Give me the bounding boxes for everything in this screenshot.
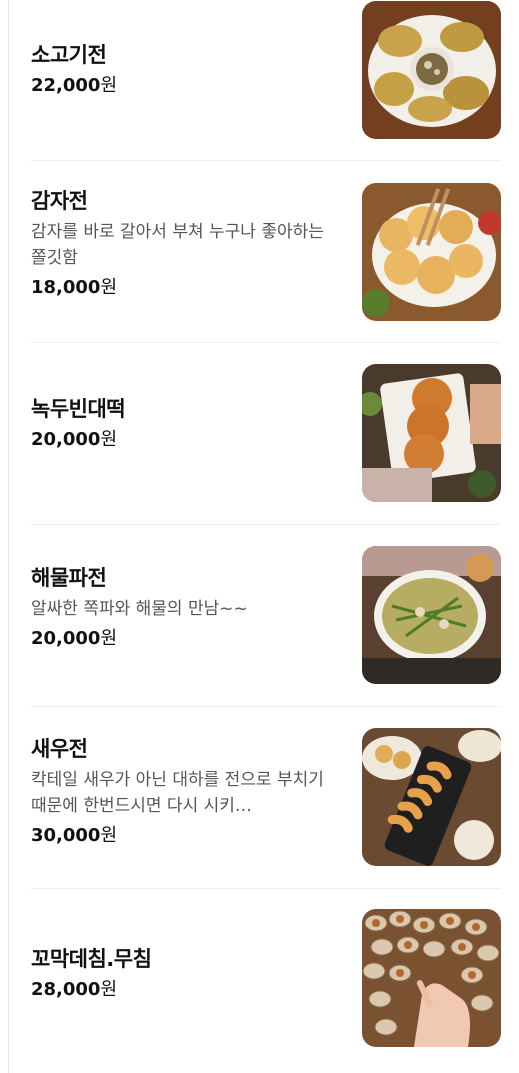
price-value: 28,000: [31, 979, 101, 1000]
mungbean-pancake-photo: [362, 364, 501, 502]
menu-item-photo[interactable]: [362, 1, 501, 139]
price-currency: 원: [100, 627, 118, 649]
menu-item-shrimp-jeon[interactable]: 새우전 칵테일 새우가 아닌 대하를 전으로 부치기 때문에 한번드시면 다시 …: [31, 707, 501, 889]
menu-item-name: 소고기전: [31, 43, 107, 67]
menu-item-description: 알싸한 쪽파와 해물의 만남~~: [31, 598, 248, 619]
menu-item-name: 해물파전: [31, 565, 107, 590]
menu-item-text: 꼬막데침.무침 28,000원: [31, 883, 336, 1065]
price-currency: 원: [100, 824, 118, 846]
price-currency: 원: [100, 75, 118, 96]
menu-item-name: 새우전: [31, 736, 88, 761]
price-currency: 원: [100, 428, 118, 450]
menu-item-text: 해물파전 알싸한 쪽파와 해물의 만남~~ 20,000원: [31, 517, 336, 698]
seafood-pancake-photo: [362, 546, 501, 684]
price-currency: 원: [100, 276, 118, 298]
menu-item-description: 감자를 바로 갈아서 부쳐 누구나 좋아하는 쫄깃함: [31, 221, 324, 268]
shrimp-jeon-photo: [362, 728, 501, 866]
menu-item-price: 30,000원: [31, 823, 336, 849]
menu-item-name: 감자전: [31, 188, 88, 213]
beef-jeon-photo: [362, 1, 501, 139]
menu-item-text: 새우전 칵테일 새우가 아닌 대하를 전으로 부치기 때문에 한번드시면 다시 …: [31, 701, 336, 882]
menu-item-text: 녹두빈대떡 20,000원: [31, 333, 336, 514]
menu-item-mungbean-pancake[interactable]: 녹두빈대떡 20,000원: [31, 343, 501, 525]
menu-item-price: 22,000원: [31, 73, 336, 99]
menu-item-description: 칵테일 새우가 아닌 대하를 전으로 부치기 때문에 한번드시면 다시 시키…: [31, 769, 324, 816]
price-value: 20,000: [31, 627, 101, 649]
menu-item-name: 꼬막데침.무침: [31, 947, 152, 971]
price-value: 18,000: [31, 276, 101, 298]
menu-item-potato-pancake[interactable]: 감자전 감자를 바로 갈아서 부쳐 누구나 좋아하는 쫄깃함 18,000원: [31, 161, 501, 343]
menu-item-price: 20,000원: [31, 626, 336, 652]
menu-item-beef-jeon[interactable]: 소고기전 22,000원: [31, 0, 501, 161]
menu-item-photo[interactable]: [362, 183, 501, 321]
menu-item-name: 녹두빈대떡: [31, 396, 126, 421]
menu-item-text: 감자전 감자를 바로 갈아서 부쳐 누구나 좋아하는 쫄깃함 18,000원: [31, 153, 336, 334]
menu-item-cockles[interactable]: 꼬막데침.무침 28,000원: [31, 889, 501, 1071]
menu-item-price: 20,000원: [31, 427, 336, 453]
price-currency: 원: [100, 979, 118, 1000]
menu-item-photo[interactable]: [362, 728, 501, 866]
menu-item-price: 28,000원: [31, 977, 336, 1003]
cockles-photo: [362, 909, 501, 1047]
price-value: 30,000: [31, 824, 101, 846]
menu-item-price: 18,000원: [31, 275, 336, 301]
menu-item-photo[interactable]: [362, 909, 501, 1047]
menu-item-text: 소고기전 22,000원: [31, 0, 336, 150]
menu-item-photo[interactable]: [362, 364, 501, 502]
potato-pancake-photo: [362, 183, 501, 321]
menu-item-photo[interactable]: [362, 546, 501, 684]
left-divider: [8, 0, 9, 1073]
menu-item-seafood-pancake[interactable]: 해물파전 알싸한 쪽파와 해물의 만남~~ 20,000원: [31, 525, 501, 707]
price-value: 20,000: [31, 428, 101, 450]
price-value: 22,000: [31, 75, 101, 96]
menu-list: 소고기전 22,000원 감자전 감자를 바로 갈아서 부쳐 누구나 좋아하는 …: [31, 0, 501, 1071]
